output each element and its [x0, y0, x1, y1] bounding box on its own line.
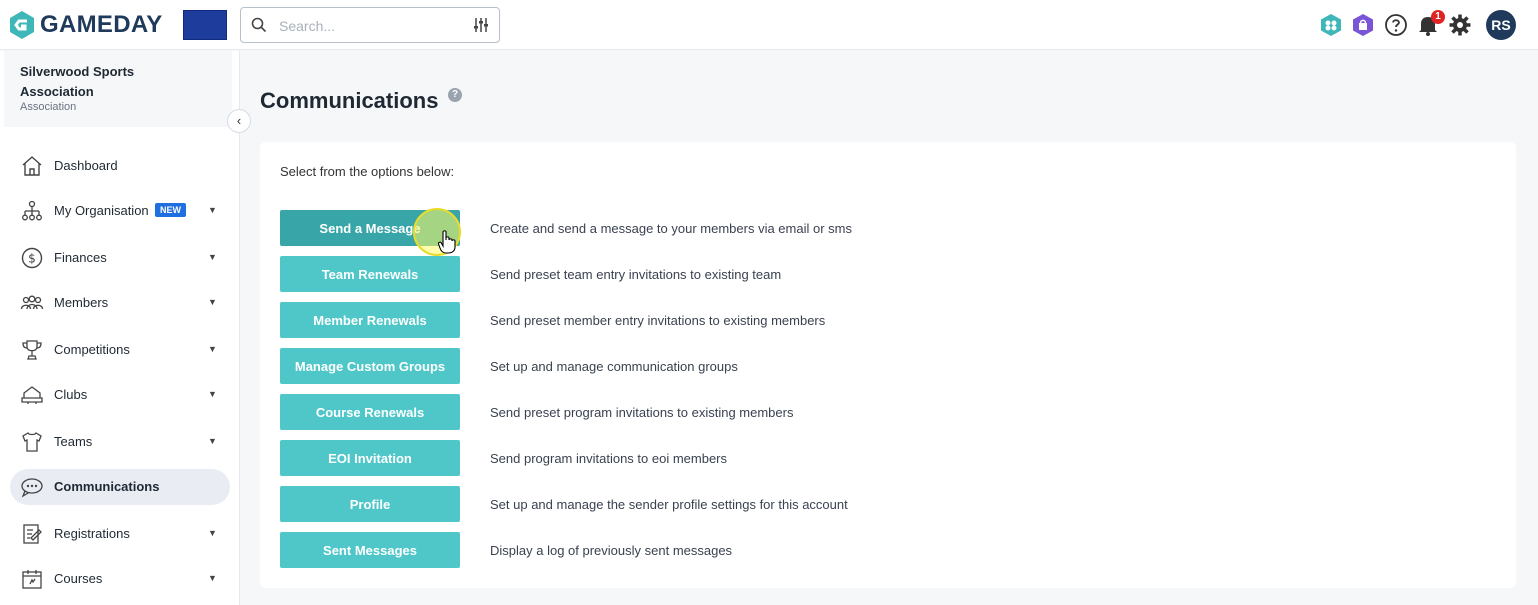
collapse-sidebar-button[interactable]: ‹	[227, 109, 251, 133]
brand-name: GAMEDAY	[40, 11, 163, 38]
org-chart-icon	[22, 200, 42, 221]
sidebar-item-registrations[interactable]: Registrations ▼	[10, 516, 230, 552]
eoi-invitation-button[interactable]: EOI Invitation	[280, 440, 460, 476]
sidebar-item-dashboard[interactable]: Dashboard	[10, 148, 230, 184]
sidebar-item-label: Dashboard	[54, 158, 118, 173]
course-renewals-button[interactable]: Course Renewals	[280, 394, 460, 430]
caret-down-icon: ▼	[208, 436, 217, 446]
page-title: Communications	[260, 88, 439, 113]
team-renewals-button[interactable]: Team Renewals	[280, 256, 460, 292]
option-description: Set up and manage communication groups	[490, 359, 738, 374]
caret-down-icon: ▼	[208, 528, 217, 538]
search-box[interactable]	[240, 7, 500, 43]
svg-text:$: $	[28, 252, 36, 266]
option-description: Send preset team entry invitations to ex…	[490, 267, 782, 282]
members-icon	[20, 295, 44, 310]
member-renewals-button[interactable]: Member Renewals	[280, 302, 460, 338]
sidebar-item-label: Registrations	[54, 526, 130, 541]
trophy-icon	[22, 340, 42, 360]
sidebar-item-label: Members	[54, 295, 109, 310]
dollar-icon: $	[21, 247, 43, 269]
home-icon	[22, 156, 42, 176]
caret-down-icon: ▼	[208, 205, 217, 215]
help-icon[interactable]	[1384, 13, 1408, 37]
sidebar-item-label: Communications	[54, 479, 160, 494]
sidebar-item-competitions[interactable]: Competitions ▼	[10, 332, 230, 368]
options-card: Select from the options below: Send a Me…	[260, 142, 1516, 588]
organisation-type: Association	[20, 101, 77, 113]
sidebar-item-label: Finances	[54, 250, 107, 265]
top-bar: GAMEDAY 1	[0, 0, 1538, 50]
sidebar-item-courses[interactable]: Courses ▼	[10, 561, 230, 597]
shop-hex-icon[interactable]	[1351, 13, 1375, 37]
caret-down-icon: ▼	[208, 252, 217, 262]
sidebar-item-teams[interactable]: Teams ▼	[10, 424, 230, 460]
notification-badge: 1	[1431, 10, 1445, 24]
jersey-icon	[22, 432, 42, 452]
caret-down-icon: ▼	[208, 573, 217, 583]
caret-down-icon: ▼	[208, 297, 217, 307]
hand-cursor-icon	[438, 230, 456, 254]
search-input[interactable]	[277, 16, 461, 36]
option-description: Set up and manage the sender profile set…	[490, 497, 848, 512]
clubs-icon	[21, 386, 43, 404]
calendar-icon	[22, 570, 42, 589]
option-description: Display a log of previously sent message…	[490, 543, 733, 558]
search-icon	[251, 17, 267, 33]
organisation-header: Silverwood Sports Association Associatio…	[4, 51, 232, 127]
apps-hex-icon[interactable]	[1319, 13, 1343, 37]
option-description: Send preset program invitations to exist…	[490, 405, 794, 420]
sent-messages-button[interactable]: Sent Messages	[280, 532, 460, 568]
sidebar-item-label: Competitions	[54, 342, 130, 357]
sidebar-item-communications[interactable]: Communications	[10, 469, 230, 505]
chat-icon	[21, 478, 43, 498]
help-tooltip-icon[interactable]: ?	[448, 88, 462, 102]
sidebar-item-finances[interactable]: $ Finances ▼	[10, 240, 230, 276]
new-badge: NEW	[155, 203, 186, 217]
sidebar-item-label: My Organisation	[54, 203, 149, 218]
sidebar: Silverwood Sports Association Associatio…	[0, 51, 240, 605]
sidebar-item-label: Courses	[54, 571, 103, 586]
option-description: Send preset member entry invitations to …	[490, 313, 826, 328]
sidebar-item-label: Clubs	[54, 387, 88, 402]
organisation-name: Silverwood Sports Association	[20, 64, 135, 99]
caret-down-icon: ▼	[208, 344, 217, 354]
gear-icon[interactable]	[1448, 13, 1472, 37]
intro-text: Select from the options below:	[280, 164, 455, 179]
option-description: Create and send a message to your member…	[490, 221, 852, 236]
filter-sliders-icon[interactable]	[473, 17, 489, 33]
sidebar-item-members[interactable]: Members ▼	[10, 285, 230, 321]
sidebar-item-label: Teams	[54, 434, 93, 449]
caret-down-icon: ▼	[208, 389, 217, 399]
option-description: Send program invitations to eoi members	[490, 451, 728, 466]
gameday-logo[interactable]: GAMEDAY	[8, 9, 163, 41]
gameday-logo-icon	[10, 11, 34, 39]
sidebar-item-clubs[interactable]: Clubs ▼	[10, 377, 230, 413]
chevron-left-icon: ‹	[236, 113, 242, 128]
association-flag	[183, 10, 227, 40]
registration-icon	[23, 524, 42, 544]
manage-custom-groups-button[interactable]: Manage Custom Groups	[280, 348, 460, 384]
user-avatar[interactable]: RS	[1486, 10, 1516, 40]
profile-button[interactable]: Profile	[280, 486, 460, 522]
sidebar-item-my-organisation[interactable]: My Organisation NEW ▼	[10, 193, 230, 229]
